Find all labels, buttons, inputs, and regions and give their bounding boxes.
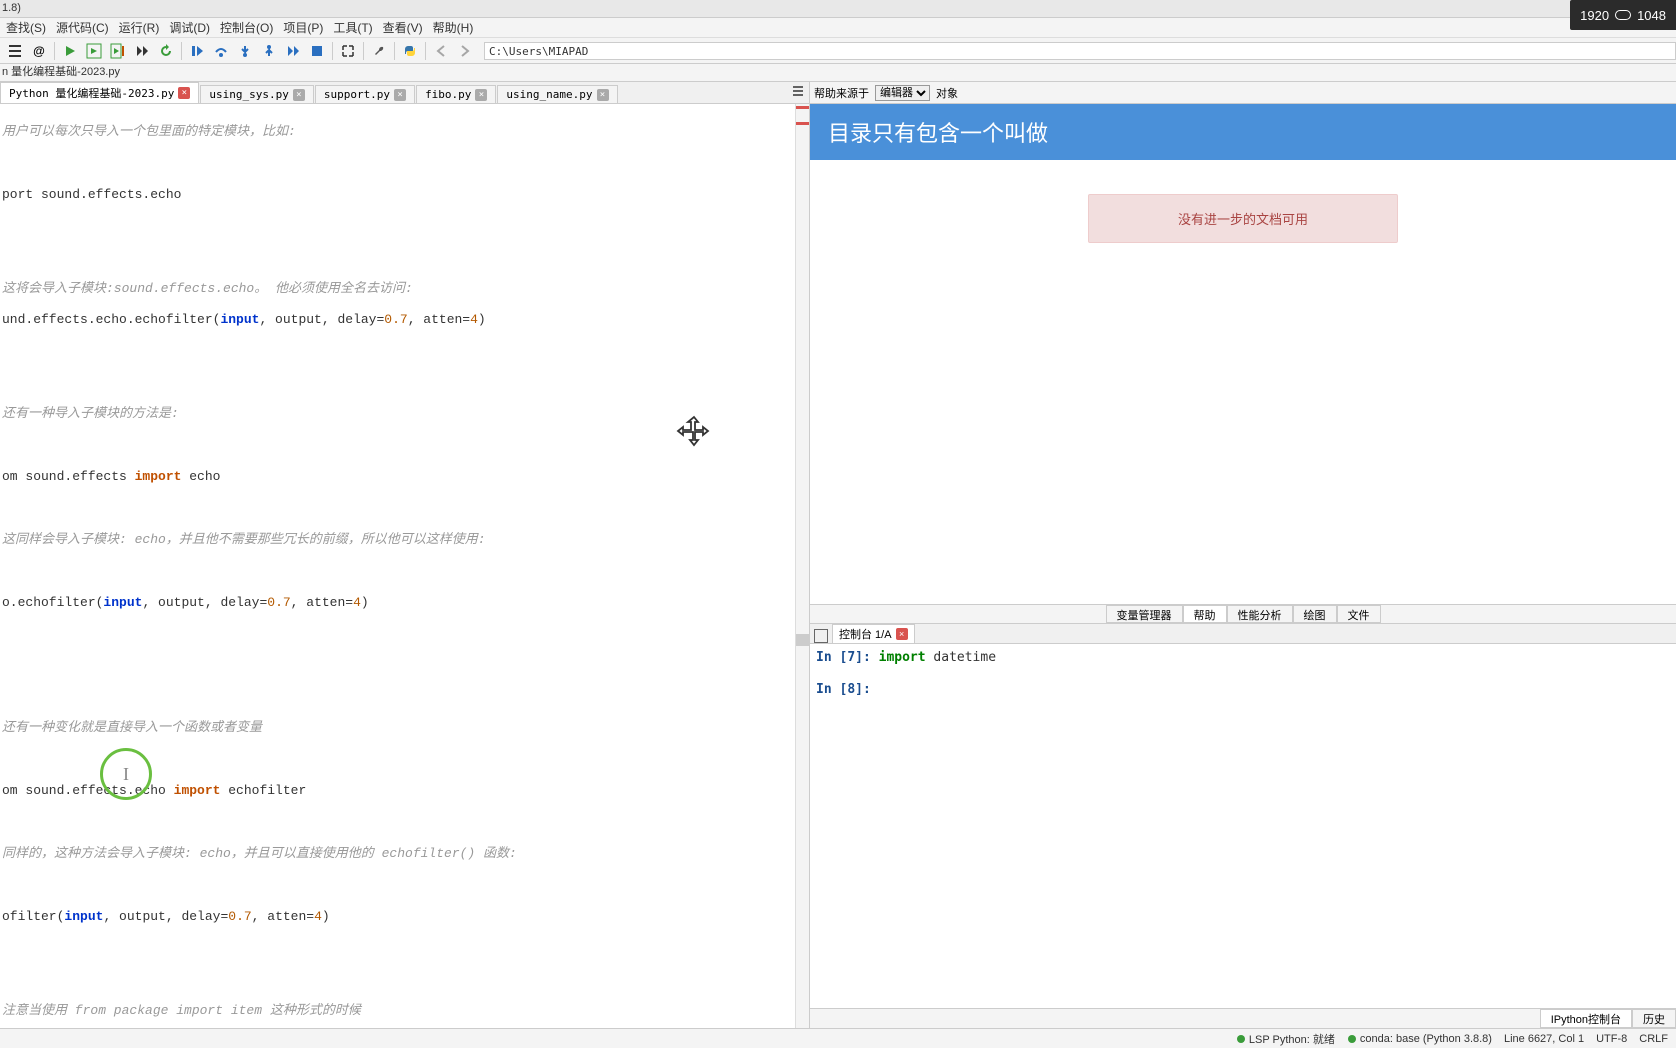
menu-consoles[interactable]: 控制台(O): [216, 17, 277, 38]
status-cursor-pos: Line 6627, Col 1: [1504, 1033, 1584, 1045]
tab-files[interactable]: 文件: [1337, 605, 1381, 623]
console-tab-1[interactable]: 控制台 1/A ×: [832, 624, 915, 643]
help-toolbar: 帮助来源于 编辑器 对象: [810, 82, 1676, 104]
tab-ipython-console[interactable]: IPython控制台: [1540, 1009, 1632, 1028]
menu-debug[interactable]: 调试(D): [165, 17, 214, 38]
close-icon[interactable]: ×: [178, 87, 190, 99]
nav-back-icon[interactable]: [430, 40, 452, 62]
main-toolbar: @ C:\Users\MIAPAD: [0, 38, 1676, 64]
help-source-select[interactable]: 编辑器: [875, 85, 930, 101]
run-cell-advance-icon[interactable]: [107, 40, 129, 62]
link-icon: [1615, 10, 1631, 20]
menu-bar: 查找(S) 源代码(C) 运行(R) 调试(D) 控制台(O) 项目(P) 工具…: [0, 18, 1676, 38]
help-source-label: 帮助来源于: [814, 85, 869, 101]
status-lsp: LSP Python: 就绪: [1236, 1031, 1335, 1047]
close-icon[interactable]: ×: [896, 628, 908, 640]
working-dir-field[interactable]: C:\Users\MIAPAD: [484, 42, 1676, 60]
menu-run[interactable]: 运行(R): [115, 17, 164, 38]
status-conda[interactable]: conda: base (Python 3.8.8): [1347, 1033, 1492, 1045]
ipython-console[interactable]: In [7]: import datetime In [8]:: [810, 644, 1676, 1008]
close-icon[interactable]: ×: [293, 89, 305, 101]
at-icon[interactable]: @: [28, 40, 50, 62]
tab-variable-explorer[interactable]: 变量管理器: [1106, 605, 1183, 623]
help-body: 没有进一步的文档可用: [810, 160, 1676, 604]
menu-tools[interactable]: 工具(T): [329, 17, 376, 38]
step-over-icon[interactable]: [210, 40, 232, 62]
hamburger-icon[interactable]: [791, 84, 805, 101]
close-icon[interactable]: ×: [475, 89, 487, 101]
recorder-resolution-badge: 1920 1048: [1570, 0, 1676, 30]
window-tab-strip: 1.8): [0, 0, 1676, 18]
no-doc-message: 没有进一步的文档可用: [1088, 194, 1398, 243]
editor-pane: Python 量化编程基础-2023.py× using_sys.py× sup…: [0, 82, 810, 1028]
run-cell-icon[interactable]: [83, 40, 105, 62]
menu-view[interactable]: 查看(V): [379, 17, 427, 38]
file-tabs: Python 量化编程基础-2023.py× using_sys.py× sup…: [0, 82, 809, 104]
tab-profiler[interactable]: 性能分析: [1227, 605, 1293, 623]
continue-icon[interactable]: [282, 40, 304, 62]
help-title: 目录只有包含一个叫做: [810, 104, 1676, 160]
scrollbar-strip[interactable]: [795, 104, 809, 1028]
status-bar: LSP Python: 就绪 conda: base (Python 3.8.8…: [0, 1028, 1676, 1048]
stop-icon[interactable]: [306, 40, 328, 62]
menu-help[interactable]: 帮助(H): [429, 17, 478, 38]
outline-icon[interactable]: [4, 40, 26, 62]
tab-main[interactable]: Python 量化编程基础-2023.py×: [0, 82, 199, 103]
menu-source[interactable]: 源代码(C): [52, 17, 113, 38]
close-icon[interactable]: ×: [597, 89, 609, 101]
step-into-icon[interactable]: [234, 40, 256, 62]
help-pane-tabs: 变量管理器 帮助 性能分析 绘图 文件: [810, 604, 1676, 624]
console-window-icon[interactable]: [814, 629, 828, 643]
step-out-icon[interactable]: [258, 40, 280, 62]
close-icon[interactable]: ×: [394, 89, 406, 101]
tab-plots[interactable]: 绘图: [1293, 605, 1337, 623]
maximize-icon[interactable]: [337, 40, 359, 62]
tab-using-sys[interactable]: using_sys.py×: [200, 85, 313, 103]
run-icon[interactable]: [59, 40, 81, 62]
rerun-icon[interactable]: [155, 40, 177, 62]
tab-support[interactable]: support.py×: [315, 85, 415, 103]
python-icon[interactable]: [399, 40, 421, 62]
tab-using-name[interactable]: using_name.py×: [497, 85, 617, 103]
breadcrumb: n 量化编程基础-2023.py: [0, 64, 1676, 82]
debug-start-icon[interactable]: [186, 40, 208, 62]
help-object-label: 对象: [936, 85, 958, 101]
tab-fibo[interactable]: fibo.py×: [416, 85, 496, 103]
menu-projects[interactable]: 项目(P): [279, 17, 327, 38]
wrench-icon[interactable]: [368, 40, 390, 62]
code-editor[interactable]: 用户可以每次只导入一个包里面的特定模块，比如: port sound.effec…: [0, 104, 809, 1028]
menu-search[interactable]: 查找(S): [2, 17, 50, 38]
status-encoding: UTF-8: [1596, 1033, 1627, 1045]
tab-history[interactable]: 历史: [1632, 1009, 1676, 1028]
right-pane: 帮助来源于 编辑器 对象 目录只有包含一个叫做 没有进一步的文档可用 变量管理器…: [810, 82, 1676, 1028]
status-eol: CRLF: [1639, 1033, 1668, 1045]
console-pane: 控制台 1/A × In [7]: import datetime In [8]…: [810, 624, 1676, 1028]
nav-forward-icon[interactable]: [454, 40, 476, 62]
tab-help[interactable]: 帮助: [1183, 605, 1227, 623]
run-selection-icon[interactable]: [131, 40, 153, 62]
